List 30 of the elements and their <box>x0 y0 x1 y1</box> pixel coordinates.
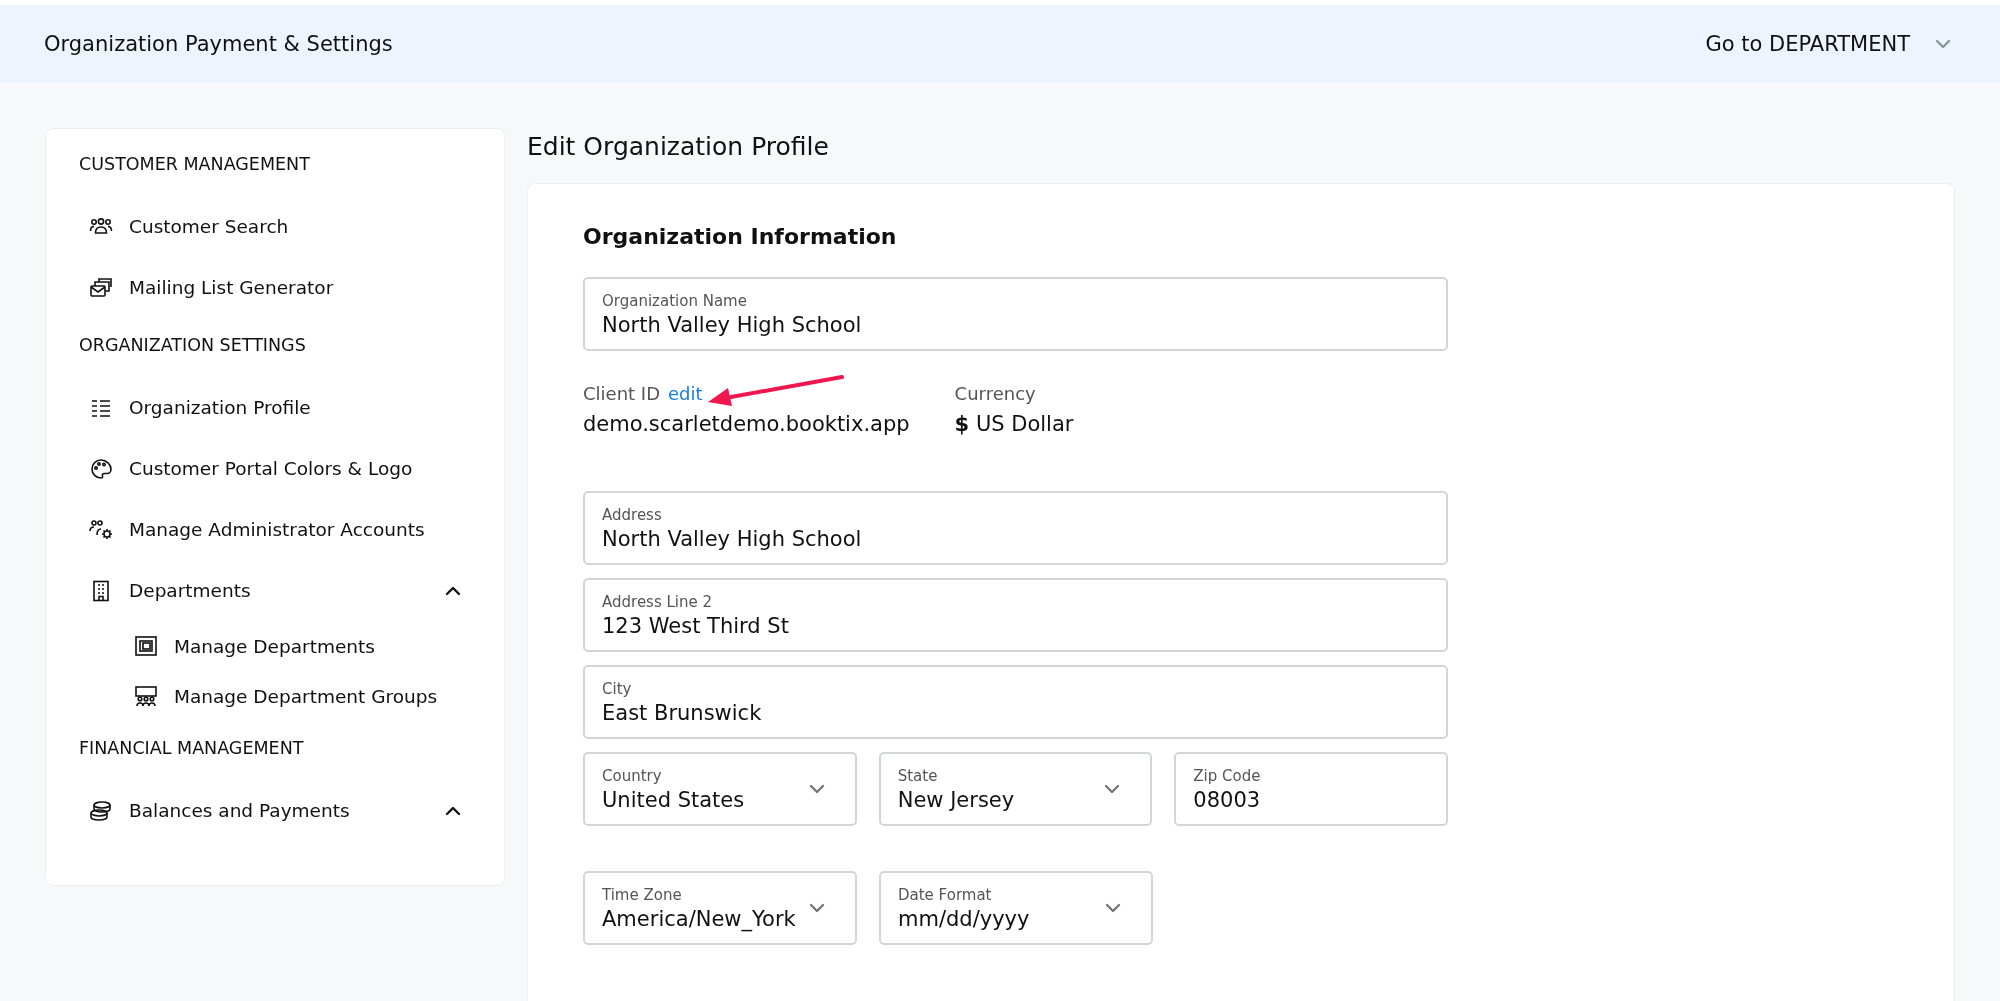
sidebar-item[interactable]: Customer Search <box>79 196 474 257</box>
select-field[interactable]: State New Jersey <box>878 752 1153 826</box>
sidebar-item[interactable]: Organization Profile <box>79 377 474 438</box>
input-field[interactable]: City East Brunswick <box>583 665 1448 739</box>
sidebar-item[interactable]: Balances and Payments <box>79 780 474 841</box>
section-heading: FINANCIAL MANAGEMENT <box>79 737 305 758</box>
edit-link[interactable]: edit <box>668 383 703 404</box>
section-heading: ORGANIZATION SETTINGS <box>79 334 307 355</box>
sidebar-item[interactable]: Mailing List Generator <box>79 257 474 318</box>
page-title: Edit Organization Profile <box>527 131 830 161</box>
sidebar-item[interactable]: Customer Portal Colors & Logo <box>79 438 474 499</box>
select-field[interactable]: Time Zone America/New_York <box>583 871 857 945</box>
section-heading: CUSTOMER MANAGEMENT <box>79 153 311 174</box>
sidebar-item[interactable]: Departments <box>79 560 474 621</box>
input-field[interactable]: Zip Code 08003 <box>1174 752 1448 826</box>
info-label: Client ID <box>583 383 660 404</box>
section-title: Organization Information <box>583 224 898 249</box>
info-label: Currency <box>954 383 1036 404</box>
page-header-title: Organization Payment & Settings <box>44 32 393 56</box>
input-field[interactable]: Organization Name North Valley High School <box>583 277 1448 351</box>
sidebar-item[interactable]: Manage Administrator Accounts <box>79 499 474 560</box>
select-field[interactable]: Country United States <box>583 752 857 826</box>
sidebar-subitem[interactable]: Manage Departments <box>79 621 474 671</box>
input-field[interactable]: Address North Valley High School <box>583 491 1448 565</box>
info-value: demo.scarletdemo.booktix.app <box>583 412 910 436</box>
input-field[interactable]: Address Line 2 123 West Third St <box>583 578 1448 652</box>
department-dropdown[interactable]: Go to DEPARTMENT <box>1705 32 1964 56</box>
select-field[interactable]: Date Format mm/dd/yyyy <box>879 871 1153 945</box>
info-value: $ US Dollar <box>954 412 1074 436</box>
sidebar-subitem[interactable]: Manage Department Groups <box>79 671 474 721</box>
